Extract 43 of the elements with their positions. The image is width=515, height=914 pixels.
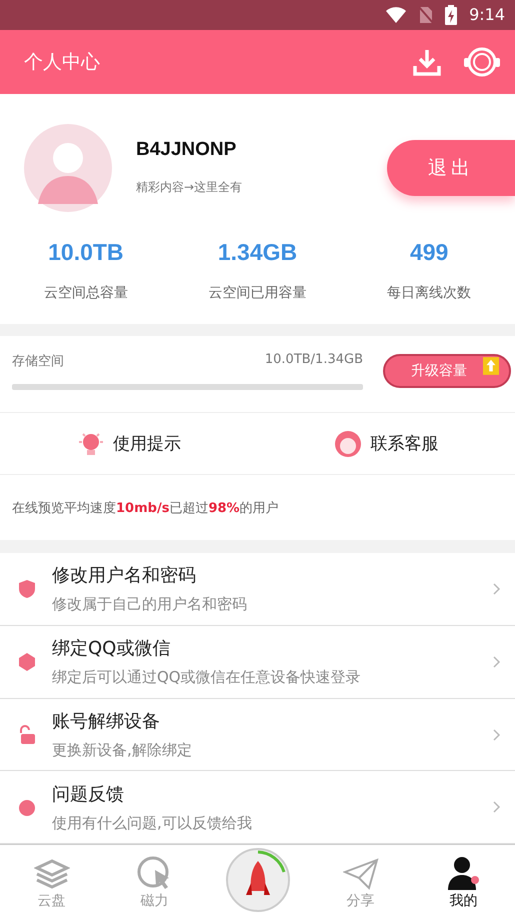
stat-value: 1.34GB: [218, 238, 298, 266]
person-icon: [446, 856, 482, 890]
menu-subtitle: 更换新设备,解除绑定: [52, 741, 193, 760]
menu-subtitle: 使用有什么问题,可以反馈给我: [52, 814, 253, 833]
storage-label: 存储空间: [12, 353, 64, 370]
menu-title: 修改用户名和密码: [52, 564, 197, 588]
tagline: 精彩内容→这里全有: [136, 179, 244, 196]
stat-label: 云空间总容量: [44, 284, 128, 302]
no-sim-icon: [419, 6, 434, 24]
storage-reading: 10.0TB/1.34GB: [264, 352, 363, 370]
paper-plane-icon: [342, 858, 378, 890]
wifi-icon: [385, 6, 408, 24]
menu-item[interactable]: 修改用户名和密码 修改属于自己的用户名和密码: [0, 553, 515, 626]
stat-value: 499: [410, 238, 448, 266]
tab[interactable]: 我的: [412, 845, 515, 914]
stat-value: 10.0TB: [48, 238, 124, 266]
menu-subtitle: 修改属于自己的用户名和密码: [52, 595, 248, 614]
battery-charging-icon: [445, 4, 458, 25]
menu-title: 问题反馈: [52, 782, 125, 806]
chevron-icon: [493, 801, 501, 814]
menu-item[interactable]: 账号解绑设备 更换新设备,解除绑定: [0, 698, 515, 772]
chevron-icon: [493, 656, 501, 668]
badge-icon: [18, 652, 36, 672]
arrow-up-icon: [483, 357, 499, 376]
speed-note: 在线预览平均速度10mb/s已超过98%的用户: [11, 500, 280, 518]
layers-icon: [34, 858, 70, 890]
menu-title: 账号解绑设备: [52, 710, 161, 733]
menu-subtitle: 绑定后可以通过QQ或微信在任意设备快速登录: [52, 668, 362, 688]
unlock-icon: [18, 724, 36, 744]
support-button[interactable]: 联系客服: [258, 413, 515, 474]
menu-title: 绑定QQ或微信: [52, 637, 172, 660]
menu-item[interactable]: 绑定QQ或微信 绑定后可以通过QQ或微信在任意设备快速登录: [0, 626, 515, 699]
shield-icon: [18, 578, 36, 599]
download-icon[interactable]: [413, 48, 441, 76]
chevron-icon: [493, 582, 501, 595]
page-title: 个人中心: [24, 50, 101, 75]
stat-label: 云空间已用容量: [208, 284, 306, 302]
status-time: 9:14: [469, 5, 505, 24]
tips-button[interactable]: 使用提示: [0, 413, 258, 474]
stat-label: 每日离线次数: [387, 284, 472, 302]
chevron-icon: [493, 728, 501, 740]
agent-icon: [334, 430, 362, 458]
username: B4JJNONP: [136, 139, 238, 161]
